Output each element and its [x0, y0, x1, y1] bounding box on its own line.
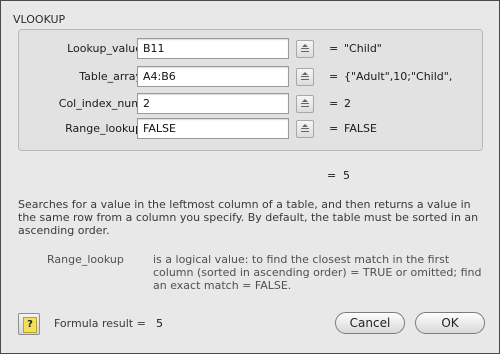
- collapse-dialog-button[interactable]: [296, 120, 314, 138]
- function-description: Searches for a value in the leftmost col…: [18, 198, 479, 237]
- table-array-input[interactable]: [137, 66, 289, 87]
- argument-label: Lookup_value: [67, 42, 142, 55]
- argument-label: Range_lookup: [65, 122, 142, 135]
- collapse-dialog-icon: [301, 124, 309, 132]
- function-result-equals: =: [327, 169, 337, 182]
- collapse-dialog-icon: [301, 72, 309, 80]
- col-index-num-input[interactable]: [137, 93, 289, 114]
- help-button[interactable]: ?: [18, 313, 40, 335]
- equals-sign: =: [329, 97, 339, 110]
- ok-button[interactable]: OK: [415, 312, 485, 334]
- formula-result-value: 5: [156, 317, 163, 330]
- help-icon: ?: [23, 317, 37, 333]
- range-lookup-input[interactable]: [137, 118, 289, 139]
- argument-row-lookup-value: Lookup_value = "Child": [19, 38, 484, 60]
- collapse-dialog-button[interactable]: [296, 95, 314, 113]
- argument-label: Col_index_num: [58, 97, 142, 110]
- function-result-value: 5: [343, 169, 350, 182]
- function-name: VLOOKUP: [13, 13, 66, 26]
- equals-sign: =: [329, 70, 339, 83]
- function-arguments-dialog: VLOOKUP Lookup_value = "Child" Table_arr…: [0, 0, 500, 354]
- equals-sign: =: [329, 42, 339, 55]
- equals-sign: =: [329, 122, 339, 135]
- cancel-button[interactable]: Cancel: [335, 312, 405, 334]
- collapse-dialog-icon: [301, 44, 309, 52]
- argument-row-table-array: Table_array = {"Adult",10;"Child",: [19, 66, 484, 88]
- argument-result: 2: [344, 97, 351, 110]
- argument-result: "Child": [344, 42, 382, 55]
- lookup-value-input[interactable]: [137, 38, 289, 59]
- collapse-dialog-button[interactable]: [296, 40, 314, 58]
- argument-label: Table_array: [79, 70, 142, 83]
- argument-result: FALSE: [344, 122, 377, 135]
- argument-row-col-index-num: Col_index_num = 2: [19, 93, 484, 115]
- formula-result-label: Formula result =: [54, 317, 146, 330]
- arguments-group: Lookup_value = "Child" Table_array = {"A…: [18, 29, 483, 151]
- argument-help-text: is a logical value: to find the closest …: [153, 253, 482, 292]
- argument-result: {"Adult",10;"Child",: [344, 70, 453, 83]
- argument-help-name: Range_lookup: [47, 253, 124, 266]
- argument-row-range-lookup: Range_lookup = FALSE: [19, 118, 484, 140]
- collapse-dialog-icon: [301, 99, 309, 107]
- collapse-dialog-button[interactable]: [296, 68, 314, 86]
